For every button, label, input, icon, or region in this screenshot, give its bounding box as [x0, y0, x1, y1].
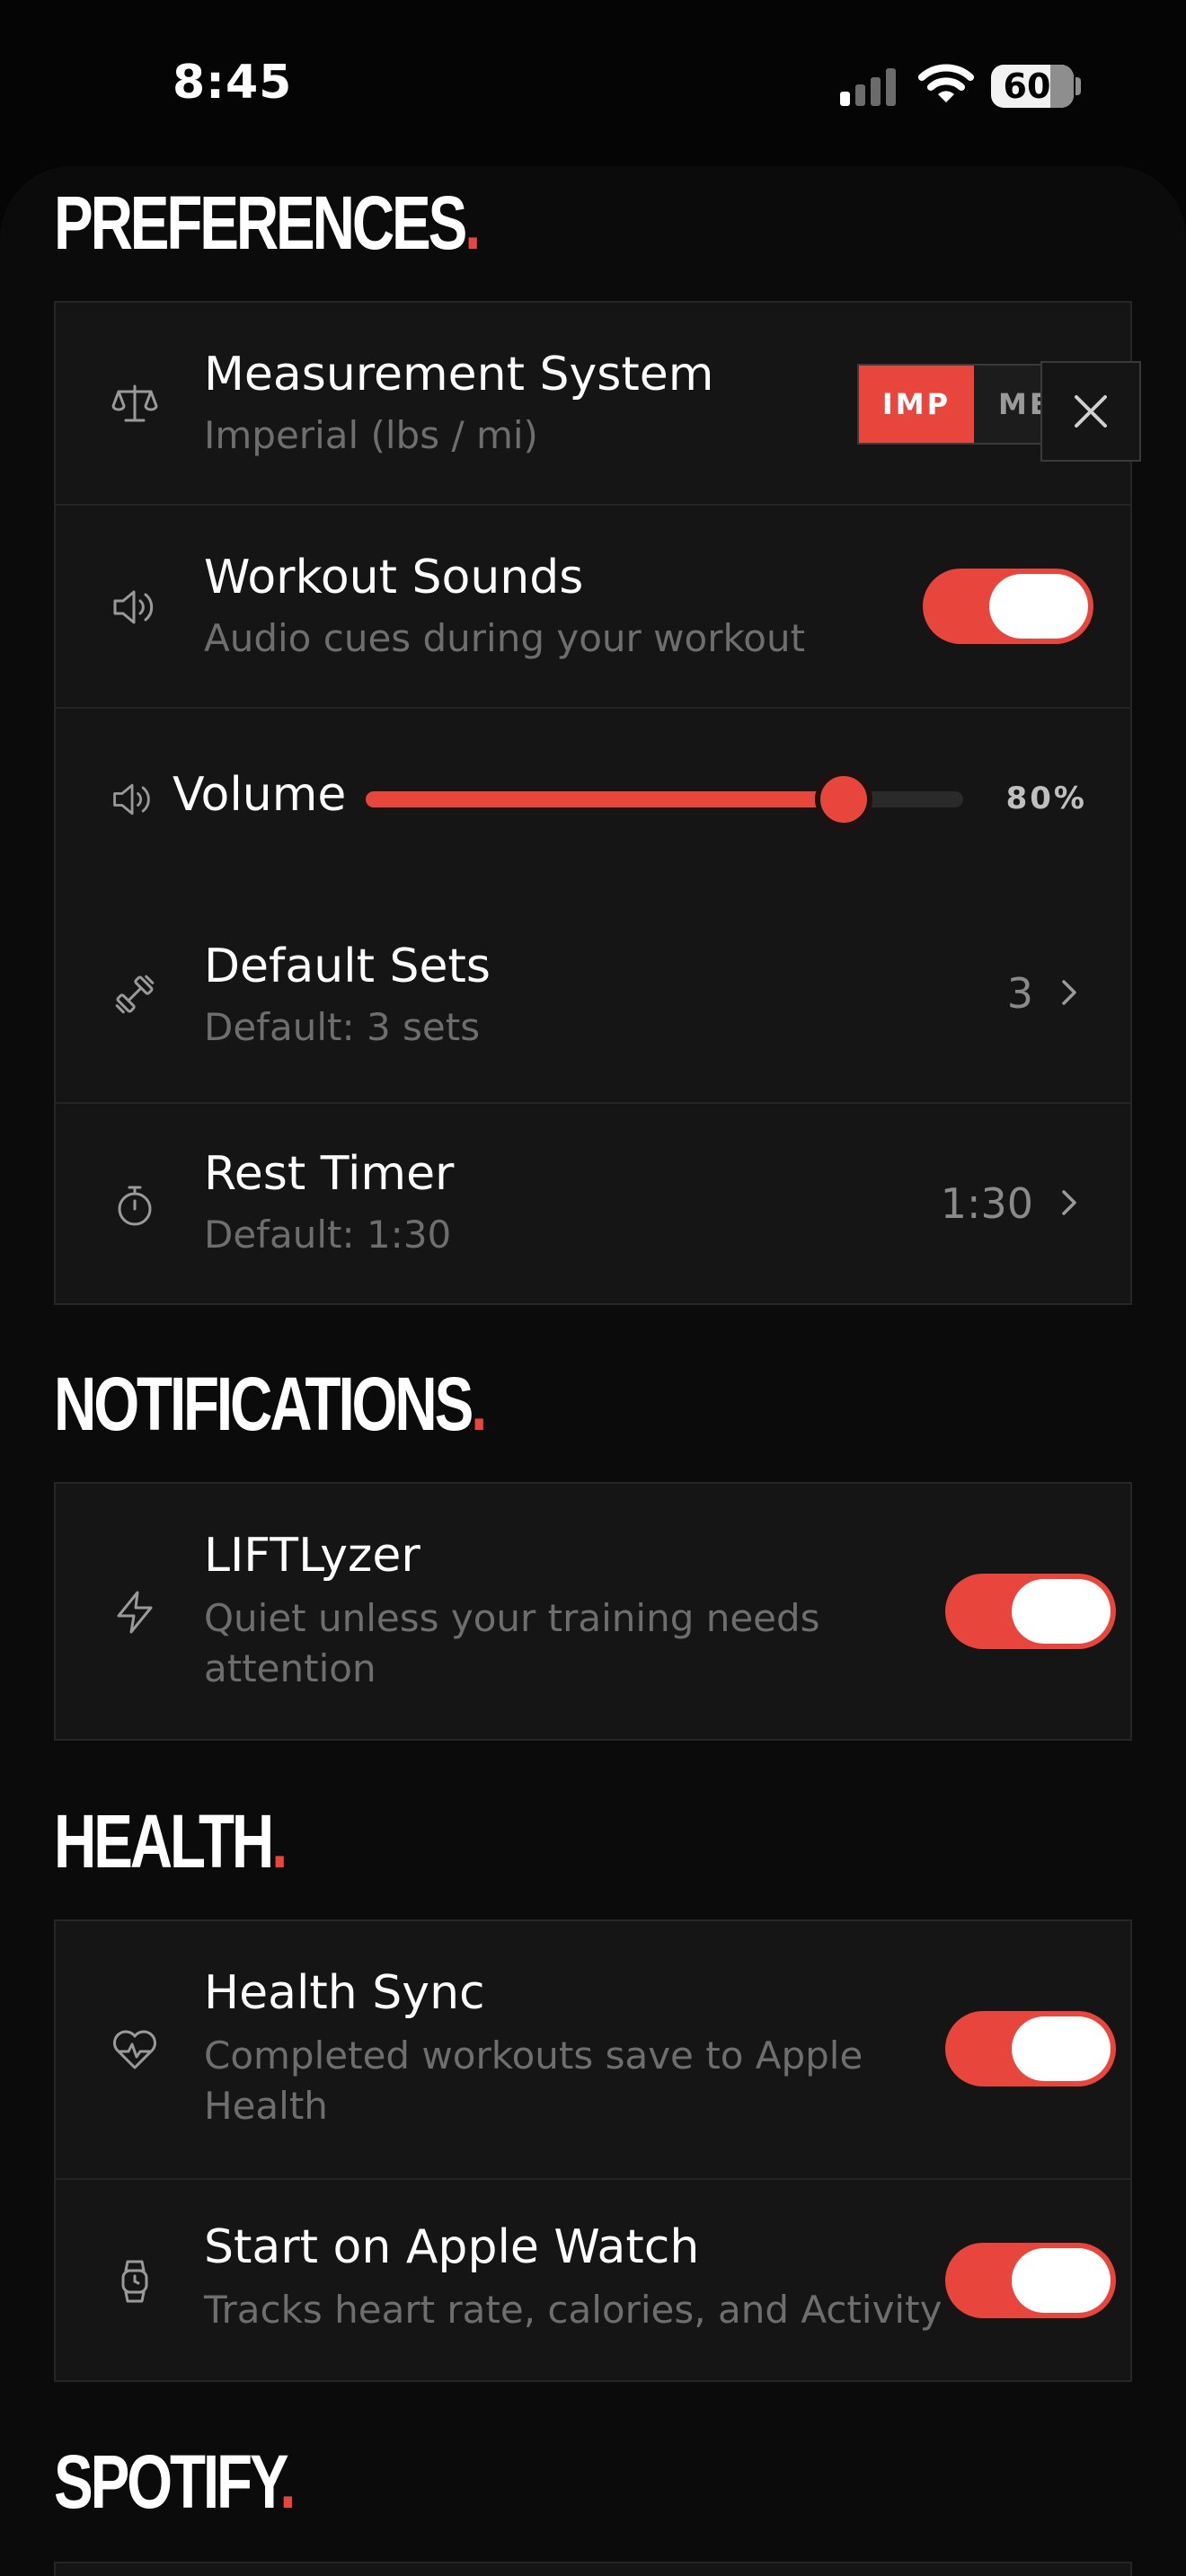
- volume-slider[interactable]: [366, 791, 963, 807]
- volume-value: 80%: [1005, 781, 1087, 816]
- section-title-health: HEALTH.: [54, 1799, 288, 1883]
- speaker-icon: [113, 590, 154, 624]
- health-sync-title: Health Sync: [204, 1966, 485, 2020]
- battery-tip: [1075, 77, 1081, 95]
- volume-row: Volume 80%: [56, 709, 1130, 888]
- cellular-signal-icon: [840, 66, 903, 106]
- imperial-option[interactable]: IMP: [859, 366, 974, 443]
- volume-speaker-icon: [113, 783, 150, 816]
- battery-level: 60: [1003, 66, 1051, 106]
- wifi-icon: [918, 64, 974, 102]
- section-title-notifications: NOTIFICATIONS.: [54, 1362, 487, 1446]
- scale-icon: [111, 384, 158, 422]
- volume-slider-fill: [366, 791, 844, 807]
- liftlyzer-row: LIFTLyzer Quiet unless your training nee…: [56, 1484, 1130, 1739]
- workout-sounds-toggle[interactable]: [923, 569, 1093, 644]
- default-sets-row[interactable]: Default Sets Default: 3 sets 3: [56, 888, 1130, 1104]
- status-bar: 8:45 60: [0, 0, 1186, 171]
- toggle-knob: [1012, 1579, 1111, 1644]
- apple-watch-subtitle: Tracks heart rate, calories, and Activit…: [204, 2288, 943, 2332]
- heart-pulse-icon: [113, 2030, 156, 2069]
- preferences-card: Measurement System Imperial (lbs / mi) I…: [54, 301, 1132, 1305]
- health-sync-row: Health Sync Completed workouts save to A…: [56, 1921, 1130, 2180]
- measurement-segmented-control: IMP ME: [857, 364, 1055, 445]
- workout-sounds-row: Workout Sounds Audio cues during your wo…: [56, 506, 1130, 709]
- spotify-card: [54, 2562, 1132, 2576]
- stopwatch-icon: [118, 1186, 152, 1226]
- apple-watch-row: Start on Apple Watch Tracks heart rate, …: [56, 2180, 1130, 2382]
- battery-indicator: 60: [991, 65, 1074, 108]
- dumbbell-icon: [115, 975, 155, 1014]
- apple-watch-title: Start on Apple Watch: [204, 2220, 700, 2274]
- notifications-card: LIFTLyzer Quiet unless your training nee…: [54, 1482, 1132, 1741]
- rest-timer-row[interactable]: Rest Timer Default: 1:30 1:30: [56, 1104, 1130, 1303]
- close-icon: [1075, 395, 1107, 428]
- toggle-knob: [989, 574, 1088, 639]
- rest-timer-value: 1:30: [940, 1179, 1033, 1228]
- liftlyzer-subtitle: Quiet unless your training needs attenti…: [204, 1596, 820, 1690]
- status-time: 8:45: [173, 56, 293, 110]
- lightning-icon: [117, 1591, 153, 1634]
- settings-screen: 8:45 60 PREFERENCES. Measurement System …: [0, 0, 1186, 2576]
- default-sets-value: 3: [1006, 969, 1033, 1018]
- toggle-knob: [1012, 2016, 1111, 2081]
- liftlyzer-title: LIFTLyzer: [204, 1529, 420, 1583]
- chevron-right-icon: [1062, 1190, 1076, 1215]
- watch-icon: [121, 2260, 148, 2303]
- health-sync-subtitle: Completed workouts save to Apple Health: [204, 2033, 863, 2128]
- liftlyzer-toggle[interactable]: [945, 1574, 1116, 1649]
- rest-timer-title: Rest Timer: [204, 1147, 455, 1201]
- health-card: Health Sync Completed workouts save to A…: [54, 1919, 1132, 2382]
- volume-slider-thumb[interactable]: [817, 772, 871, 826]
- toggle-knob: [1012, 2248, 1111, 2313]
- default-sets-subtitle: Default: 3 sets: [204, 1005, 481, 1049]
- workout-sounds-title: Workout Sounds: [204, 551, 584, 604]
- chevron-right-icon: [1062, 980, 1076, 1005]
- section-title-spotify: SPOTIFY.: [54, 2439, 296, 2524]
- workout-sounds-subtitle: Audio cues during your workout: [204, 616, 806, 660]
- volume-label: Volume: [173, 768, 347, 822]
- close-button[interactable]: [1040, 361, 1141, 462]
- default-sets-title: Default Sets: [204, 940, 491, 993]
- measurement-system-row: Measurement System Imperial (lbs / mi) I…: [56, 303, 1130, 506]
- health-sync-toggle[interactable]: [945, 2011, 1116, 2086]
- apple-watch-toggle[interactable]: [945, 2243, 1116, 2318]
- section-title-preferences: PREFERENCES.: [54, 181, 481, 265]
- measurement-system-title: Measurement System: [204, 348, 714, 401]
- rest-timer-subtitle: Default: 1:30: [204, 1213, 452, 1257]
